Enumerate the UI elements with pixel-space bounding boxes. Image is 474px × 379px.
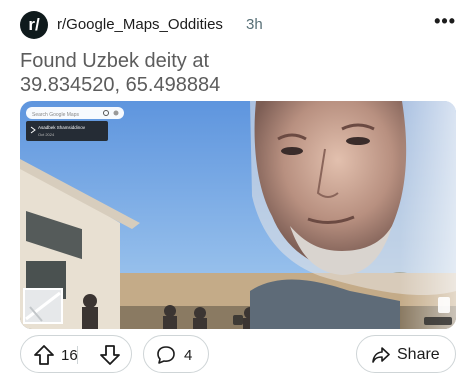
- streetview-minimap[interactable]: [23, 288, 63, 324]
- share-button[interactable]: Share: [356, 335, 456, 373]
- post-actions: 16 4 Share: [20, 335, 456, 375]
- streetview-search-bar[interactable]: Search Google Maps: [26, 107, 124, 119]
- comments-button[interactable]: 4: [143, 335, 209, 373]
- vote-divider: [77, 346, 78, 364]
- streetview-screenshot: Search Google Maps Asadbek Shamsiddinov …: [20, 101, 456, 329]
- downvote-arrow-icon[interactable]: [99, 344, 121, 366]
- subreddit-name[interactable]: r/Google_Maps_Oddities: [57, 16, 223, 33]
- post-image[interactable]: Search Google Maps Asadbek Shamsiddinov …: [20, 101, 456, 329]
- post-age: 3h: [246, 16, 263, 33]
- streetview-location-name: Asadbek Shamsiddinov: [38, 125, 86, 130]
- upvote-arrow-icon[interactable]: [33, 344, 55, 366]
- streetview-search-text: Search Google Maps: [32, 112, 79, 118]
- share-arrow-icon: [372, 347, 390, 363]
- post-title-line-1: Found Uzbek deity at: [20, 50, 209, 72]
- vote-control: 16: [20, 335, 132, 373]
- share-label: Share: [397, 346, 440, 363]
- streetview-info-card[interactable]: Asadbek Shamsiddinov Oct 2024: [26, 121, 108, 141]
- comment-count: 4: [184, 347, 193, 364]
- comment-bubble-icon: [157, 346, 175, 364]
- post-title[interactable]: Found Uzbek deity at 39.834520, 65.49888…: [20, 49, 440, 97]
- subreddit-icon[interactable]: r/: [20, 11, 48, 39]
- more-options-button[interactable]: •••: [434, 11, 456, 32]
- vote-count: 16: [61, 347, 78, 364]
- post-title-line-2: 39.834520, 65.498884: [20, 74, 221, 96]
- streetview-location-date: Oct 2024: [38, 132, 55, 137]
- deity-face: [250, 101, 456, 329]
- post-header: r/ r/Google_Maps_Oddities 3h •••: [20, 11, 460, 39]
